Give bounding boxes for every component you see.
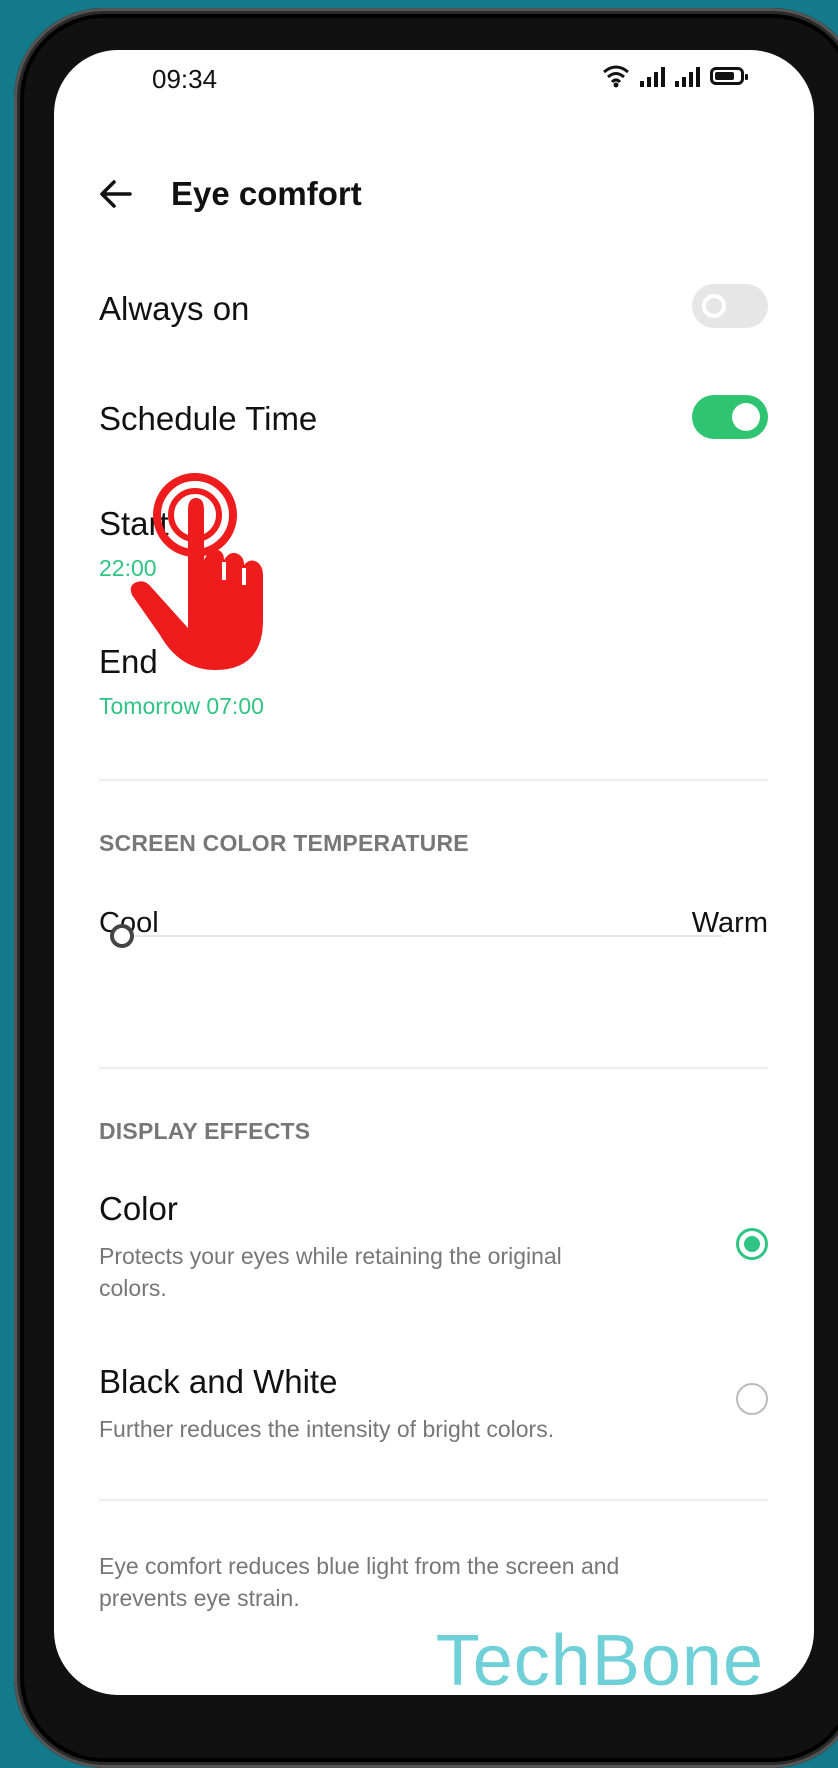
color-radio[interactable] xyxy=(736,1228,768,1260)
end-value: Tomorrow 07:00 xyxy=(99,693,264,719)
status-bar: 09:34 xyxy=(54,50,814,110)
toggle-knob xyxy=(732,403,760,431)
signal-icon xyxy=(640,65,665,87)
schedule-time-label: Schedule Time xyxy=(99,400,318,437)
signal-icon-2 xyxy=(675,65,700,87)
display-effects-header: DISPLAY EFFECTS xyxy=(99,1118,311,1144)
color-option-title: Color xyxy=(99,1190,178,1227)
color-option-description: Protects your eyes while retaining the o… xyxy=(99,1243,562,1301)
header: Eye comfort xyxy=(54,160,814,230)
status-time: 09:34 xyxy=(152,64,218,94)
status-icons xyxy=(602,64,748,88)
color-temperature-header: SCREEN COLOR TEMPERATURE xyxy=(99,830,469,856)
black-and-white-radio[interactable] xyxy=(736,1383,768,1415)
toggle-knob xyxy=(702,294,726,318)
black-and-white-option-title: Black and White xyxy=(99,1363,338,1400)
divider xyxy=(99,779,768,781)
color-temperature-slider-thumb[interactable] xyxy=(110,924,134,948)
battery-icon xyxy=(710,67,748,85)
schedule-time-toggle[interactable] xyxy=(692,395,768,439)
footer-note: Eye comfort reduces blue light from the … xyxy=(99,1553,620,1611)
back-arrow-icon[interactable] xyxy=(94,172,138,216)
color-temperature-slider-track[interactable] xyxy=(116,935,722,937)
black-and-white-option-description: Further reduces the intensity of bright … xyxy=(99,1416,555,1442)
always-on-toggle[interactable] xyxy=(692,284,768,328)
divider xyxy=(99,1067,768,1069)
wifi-icon xyxy=(603,65,629,88)
tap-hand-icon xyxy=(130,473,263,670)
page-title: Eye comfort xyxy=(171,175,362,212)
divider xyxy=(99,1499,768,1501)
screen: 09:34 Eye comfort Always on Schedule Tim… xyxy=(54,50,814,1695)
watermark: TechBone xyxy=(435,1621,764,1695)
always-on-label: Always on xyxy=(99,290,250,327)
